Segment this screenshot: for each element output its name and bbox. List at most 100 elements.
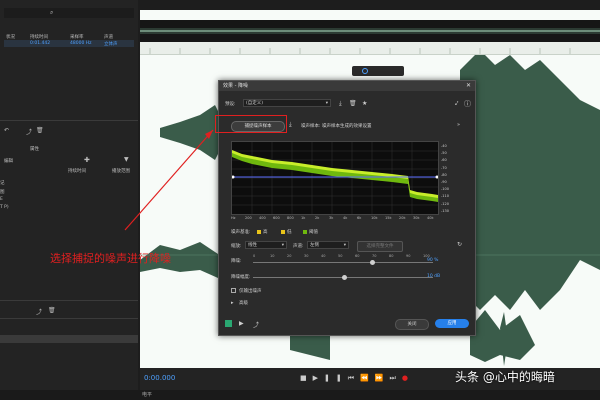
y-tick: -70 bbox=[441, 165, 447, 170]
save-preset-icon[interactable]: ⤓ bbox=[339, 100, 342, 108]
volume-knob-icon[interactable] bbox=[362, 68, 368, 74]
play-icon[interactable]: ▶ bbox=[313, 374, 324, 382]
legend-low-swatch bbox=[281, 230, 285, 234]
x-tick: 400 bbox=[259, 216, 266, 220]
stop-icon[interactable]: ■ bbox=[300, 374, 313, 382]
loop-icon[interactable]: ⤴ bbox=[253, 320, 259, 329]
time-display[interactable]: 0:00.000 bbox=[144, 374, 175, 382]
preset-value: (自定义) bbox=[246, 101, 264, 106]
overview-strip[interactable] bbox=[140, 20, 600, 42]
x-tick: 40k bbox=[427, 216, 434, 220]
scrollbar[interactable] bbox=[0, 335, 138, 343]
record-icon[interactable]: ● bbox=[402, 374, 414, 382]
legend-high-swatch bbox=[257, 230, 261, 234]
x-tick: Hz bbox=[231, 216, 236, 220]
edit-label: 编辑 bbox=[4, 159, 13, 164]
advanced-toggle[interactable]: 高级 bbox=[239, 300, 248, 306]
dialog-titlebar[interactable]: 效果 - 降噪 ✕ bbox=[219, 81, 475, 91]
reduction-label: 降噪: bbox=[231, 259, 242, 264]
export-icon[interactable]: ⤴ bbox=[36, 307, 42, 316]
add-icon[interactable]: ✚ bbox=[84, 156, 90, 164]
expand-arrow-icon[interactable]: ▸ bbox=[231, 300, 234, 306]
power-toggle-icon[interactable] bbox=[225, 320, 232, 327]
legend-high: 高 bbox=[263, 230, 268, 235]
preview-play-icon[interactable]: ▶ bbox=[239, 320, 244, 327]
apply-button[interactable]: 应用 bbox=[435, 319, 469, 328]
list-item[interactable]: 图 bbox=[0, 189, 5, 195]
y-tick: -80 bbox=[441, 172, 447, 177]
transport-controls: ■▶❚❚⏮⏪⏩⏭● bbox=[300, 374, 414, 383]
annotation-highlight-box bbox=[215, 115, 287, 133]
file-rate: 48000 Hz bbox=[70, 41, 92, 46]
output-noise-checkbox[interactable] bbox=[231, 288, 236, 293]
files-panel: ⌕ 状况 持续时间 采样率 声道 0:01.442 48000 Hz 立体声 ↶… bbox=[0, 0, 138, 400]
scale-tick: 50 bbox=[338, 254, 343, 258]
col-range: 播放范围 bbox=[112, 169, 130, 174]
load-icon[interactable]: ⤓ bbox=[289, 121, 292, 129]
volume-hud[interactable] bbox=[352, 66, 404, 76]
chevron-down-icon: ▾ bbox=[343, 243, 346, 248]
favorite-icon[interactable]: ★ bbox=[362, 100, 367, 107]
collapse-icon[interactable]: » bbox=[457, 122, 460, 128]
forward-icon[interactable]: ⏩ bbox=[375, 374, 390, 382]
graph-y-axis: -40 -50 -60 -70 -80 -90 -100 -110 -120 -… bbox=[441, 143, 449, 215]
filter-icon[interactable]: ▼ bbox=[124, 156, 129, 163]
amount-value[interactable]: 10 dB bbox=[427, 274, 440, 279]
files-search-bar[interactable] bbox=[4, 8, 134, 18]
undo-icon[interactable]: ↶ bbox=[4, 127, 9, 134]
select-entire-file-button[interactable]: 选择完整文件 bbox=[357, 241, 403, 252]
x-tick: 10k bbox=[371, 216, 378, 220]
search-icon[interactable]: ⌕ bbox=[50, 9, 53, 17]
time-ruler[interactable] bbox=[140, 42, 600, 55]
chevron-down-icon: ▾ bbox=[325, 101, 328, 106]
delete-preset-icon[interactable]: 🗑 bbox=[349, 100, 357, 107]
x-tick: 4k bbox=[343, 216, 348, 220]
list-item[interactable]: T P) bbox=[0, 205, 9, 210]
trash-icon[interactable]: 🗑 bbox=[48, 307, 56, 314]
reduction-scale: 0 10 20 30 40 50 60 70 80 90 100 bbox=[253, 254, 433, 259]
reset-icon[interactable]: ↻ bbox=[457, 241, 462, 248]
list-item[interactable]: E bbox=[0, 197, 3, 202]
scale-tick: 10 bbox=[270, 254, 275, 258]
close-icon[interactable]: ✕ bbox=[466, 81, 471, 91]
y-tick: -130 bbox=[441, 208, 449, 213]
bypass-icon[interactable]: ⤦ bbox=[455, 100, 458, 108]
info-icon[interactable]: ⓘ bbox=[464, 99, 471, 109]
channel-label: 声道: bbox=[293, 244, 304, 249]
x-tick: 200 bbox=[245, 216, 252, 220]
trash-icon[interactable]: 🗑 bbox=[36, 127, 44, 134]
divider bbox=[0, 120, 138, 121]
close-button[interactable]: 关闭 bbox=[395, 319, 429, 330]
scale-tick: 60 bbox=[355, 254, 360, 258]
capture-hint: 噪声样本: 噪声样本生成的效果设置 bbox=[301, 124, 372, 129]
properties-tab[interactable]: 属性 bbox=[30, 146, 39, 152]
scale-tick: 20 bbox=[287, 254, 292, 258]
dialog-title: 效果 - 降噪 bbox=[223, 83, 248, 89]
pause-icon[interactable]: ❚❚ bbox=[324, 374, 348, 382]
export-icon[interactable]: ⤴ bbox=[26, 127, 32, 136]
reduction-slider[interactable] bbox=[253, 262, 433, 263]
reduction-slider-handle[interactable] bbox=[370, 260, 375, 265]
rewind-icon[interactable]: ⏪ bbox=[360, 374, 375, 382]
reduction-value[interactable]: 90 % bbox=[427, 258, 438, 263]
file-channels: 立体声 bbox=[104, 42, 118, 47]
preset-label: 预设: bbox=[225, 102, 236, 107]
y-tick: -90 bbox=[441, 180, 447, 185]
scale-select[interactable]: 线性 ▾ bbox=[245, 241, 287, 249]
x-tick: 800 bbox=[287, 216, 294, 220]
x-tick: 30k bbox=[413, 216, 420, 220]
channel-value: 左侧 bbox=[310, 243, 319, 248]
channel-select[interactable]: 左侧 ▾ bbox=[307, 241, 349, 249]
amount-slider-handle[interactable] bbox=[342, 275, 347, 280]
list-item[interactable]: 记 bbox=[0, 180, 5, 186]
x-tick: 2k bbox=[315, 216, 320, 220]
noise-graph[interactable] bbox=[231, 141, 439, 215]
goto-start-icon[interactable]: ⏮ bbox=[348, 374, 360, 382]
preset-select[interactable]: (自定义) ▾ bbox=[243, 99, 331, 107]
status-bar: 电平 bbox=[0, 390, 600, 400]
legend-threshold: 阈值 bbox=[309, 230, 318, 235]
goto-end-icon[interactable]: ⏭ bbox=[390, 374, 402, 382]
x-tick: 600 bbox=[273, 216, 280, 220]
scale-label: 缩放: bbox=[231, 244, 242, 249]
y-tick: -100 bbox=[441, 187, 449, 192]
